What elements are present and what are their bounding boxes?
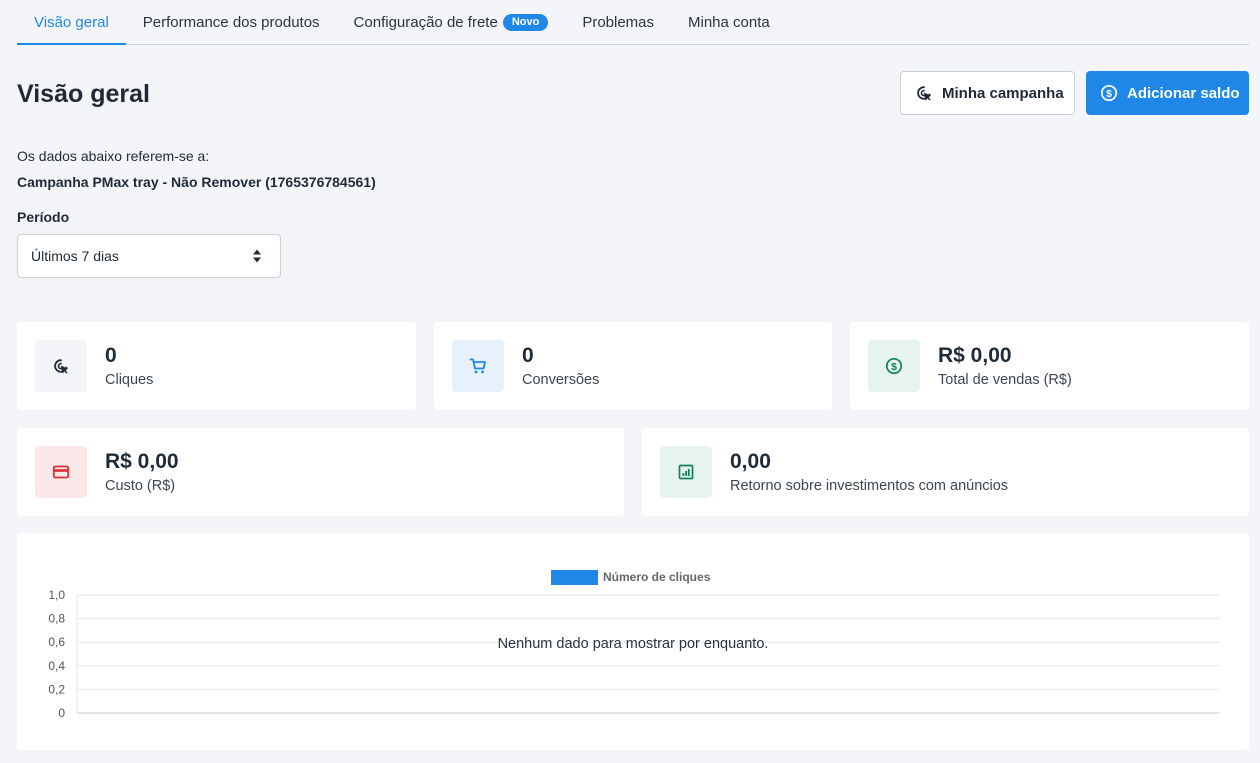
roas-value: 0,00 (730, 450, 771, 473)
tab-problems-label: Problemas (582, 13, 655, 31)
sales-icon-box: $ (868, 340, 920, 392)
clicks-card: 0 Cliques (17, 322, 416, 410)
add-balance-button[interactable]: $ Adicionar saldo (1086, 71, 1249, 115)
data-intro-text: Os dados abaixo referem-se a: (17, 148, 210, 164)
cost-label: Custo (R$) (105, 478, 176, 494)
period-label: Período (17, 209, 70, 225)
tab-my-account[interactable]: Minha conta (671, 0, 787, 44)
legend-label: Número de cliques (603, 570, 711, 584)
tab-product-performance[interactable]: Performance dos produtos (126, 0, 337, 44)
tab-problems[interactable]: Problemas (565, 0, 671, 44)
sort-arrows-icon (253, 249, 261, 263)
y-tick-label: 1,0 (48, 588, 65, 602)
tab-bar: Visão geral Performance dos produtos Con… (17, 0, 1249, 45)
clicks-chart-panel: 1,0 0,8 0,6 0,4 0,2 0 Número de cliques Nenhum … (17, 533, 1249, 750)
svg-text:$: $ (1106, 88, 1112, 100)
y-tick-label: 0,4 (48, 659, 65, 673)
svg-text:$: $ (891, 361, 897, 373)
conversions-label: Conversões (522, 372, 600, 388)
dollar-circle-icon: $ (1100, 84, 1118, 102)
dollar-icon: $ (885, 357, 903, 375)
y-tick-label: 0,6 (48, 635, 65, 649)
clicks-icon-box (35, 340, 87, 392)
tab-shipping-config[interactable]: Configuração de frete Novo (337, 0, 566, 44)
chart-icon (678, 464, 694, 480)
clicks-chart: 1,0 0,8 0,6 0,4 0,2 0 Número de cliques Nenhum … (48, 570, 1220, 720)
conversions-card: 0 Conversões (434, 322, 832, 410)
tab-shipping-config-label: Configuração de frete (353, 13, 498, 31)
roas-label: Retorno sobre investimentos com anúncios (730, 478, 1009, 494)
period-select-value: Últimos 7 dias (31, 248, 119, 264)
sales-value: R$ 0,00 (938, 344, 1012, 367)
conversions-value: 0 (522, 344, 534, 367)
period-select[interactable]: Últimos 7 dias (17, 234, 281, 278)
roas-icon-box (660, 446, 712, 498)
campaign-name: Campanha PMax tray - Não Remover (176537… (17, 174, 376, 190)
clicks-label: Cliques (105, 372, 154, 388)
tab-overview[interactable]: Visão geral (17, 0, 126, 45)
my-campaign-button[interactable]: Minha campanha (900, 71, 1075, 115)
conversions-icon-box (452, 340, 504, 392)
y-tick-label: 0,8 (48, 612, 65, 626)
y-tick-label: 0,2 (48, 682, 65, 696)
cart-icon (469, 358, 486, 374)
sales-card: $ R$ 0,00 Total de vendas (R$) (850, 322, 1249, 410)
page-title: Visão geral (17, 80, 150, 108)
my-campaign-label: Minha campanha (942, 84, 1064, 102)
empty-chart-message: Nenhum dado para mostrar por enquanto. (498, 636, 769, 652)
cost-icon-box (35, 446, 87, 498)
credit-card-icon (52, 465, 70, 479)
tab-overview-label: Visão geral (34, 13, 109, 31)
cost-card: R$ 0,00 Custo (R$) (17, 428, 624, 516)
legend-swatch (551, 570, 598, 585)
clicks-value: 0 (105, 344, 117, 367)
cursor-click-icon (917, 86, 932, 101)
tab-product-performance-label: Performance dos produtos (142, 13, 320, 31)
roas-card: 0,00 Retorno sobre investimentos com anú… (642, 428, 1249, 516)
new-badge: Novo (502, 13, 549, 31)
cost-value: R$ 0,00 (105, 450, 179, 473)
cursor-click-icon (54, 359, 69, 374)
add-balance-label: Adicionar saldo (1127, 84, 1240, 102)
tab-my-account-label: Minha conta (688, 13, 770, 31)
y-tick-label: 0 (58, 706, 65, 720)
sales-label: Total de vendas (R$) (938, 372, 1072, 388)
